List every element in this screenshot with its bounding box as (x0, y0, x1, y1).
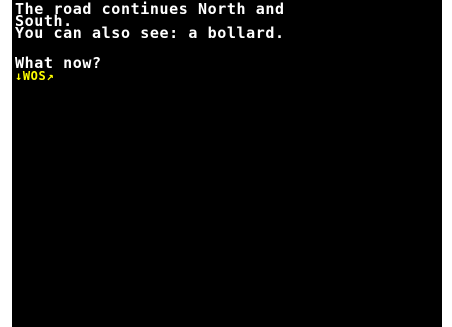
text-cursor-icon: ↗ (46, 69, 55, 83)
command-input-line[interactable]: ↓WOS↗ (15, 69, 54, 82)
visible-items-line: You can also see: a bollard. (15, 24, 285, 42)
command-input-text[interactable]: ↓WOS (15, 69, 46, 83)
prompt-question: What now? (15, 54, 102, 72)
game-screen: The road continues North and South. You … (12, 0, 442, 327)
